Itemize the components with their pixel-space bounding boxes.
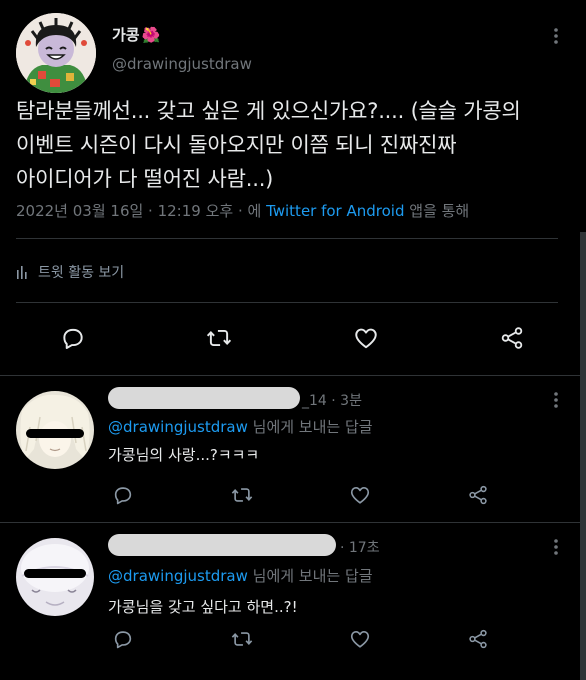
reply-handle-and-time[interactable]: _14 · 3분 [302, 390, 362, 410]
heart-icon [350, 487, 370, 504]
retweet-icon [231, 632, 253, 646]
comment-icon [63, 328, 83, 349]
more-options-button[interactable] [546, 26, 566, 46]
tweet-meta: 2022년 03월 16일 · 12:19 오후 · 에 Twitter for… [16, 200, 469, 221]
retweet-button[interactable] [204, 323, 234, 353]
hibiscus-icon: 🌺 [141, 26, 161, 44]
like-button[interactable] [345, 624, 375, 654]
reply-tweet[interactable]: · 17초 @drawingjustdraw 님에게 보내는 답글 가콩님을 갖… [0, 523, 580, 680]
author-name[interactable]: 가콩 🌺 [112, 24, 160, 45]
reply-to-mention[interactable]: @drawingjustdraw [108, 567, 248, 585]
share-icon [469, 485, 487, 505]
reply-tweet[interactable]: _14 · 3분 @drawingjustdraw 님에게 보내는 답글 가콩님… [0, 376, 580, 521]
reply-action-bar [0, 624, 580, 654]
retweet-button[interactable] [227, 624, 257, 654]
reply-avatar[interactable] [16, 391, 94, 469]
reply-to-line: @drawingjustdraw 님에게 보내는 답글 [108, 416, 373, 437]
reply-button[interactable] [108, 480, 138, 510]
reply-more-button[interactable] [546, 537, 566, 557]
blurred-display-name[interactable] [108, 534, 336, 556]
tweet-source-link[interactable]: Twitter for Android [266, 202, 404, 220]
comment-icon [114, 487, 132, 505]
retweet-icon [206, 329, 232, 347]
share-icon [469, 629, 487, 649]
activity-label: 트윗 활동 보기 [38, 265, 125, 281]
reply-to-suffix: 님에게 보내는 답글 [247, 567, 373, 585]
retweet-icon [231, 488, 253, 502]
like-button[interactable] [351, 323, 381, 353]
tweet-source-suffix: 앱을 통해 [404, 202, 470, 220]
reply-text: 가콩님의 사랑...?ㅋㅋㅋ [108, 446, 260, 464]
reply-to-line: @drawingjustdraw 님에게 보내는 답글 [108, 565, 373, 586]
author-name-text: 가콩 [112, 26, 140, 44]
author-avatar[interactable] [16, 13, 96, 93]
heart-icon [350, 631, 370, 648]
more-vertical-icon [554, 28, 558, 44]
scrollbar[interactable] [580, 232, 586, 680]
bar-chart-icon [16, 265, 30, 279]
reply-button[interactable] [58, 323, 88, 353]
blurred-display-name[interactable] [108, 387, 300, 409]
reply-handle-and-time[interactable]: · 17초 [340, 537, 380, 557]
reply-time: · 17초 [340, 540, 380, 556]
comment-icon [114, 631, 132, 649]
like-button[interactable] [345, 480, 375, 510]
share-button[interactable] [463, 480, 493, 510]
share-button[interactable] [463, 624, 493, 654]
reply-to-mention[interactable]: @drawingjustdraw [108, 418, 248, 436]
more-vertical-icon [554, 392, 558, 408]
author-handle[interactable]: @drawingjustdraw [112, 55, 252, 73]
share-icon [501, 327, 523, 349]
main-action-bar [0, 323, 580, 353]
handle-suffix: _14 [302, 393, 327, 409]
more-vertical-icon [554, 539, 558, 555]
reply-avatar[interactable] [16, 538, 94, 616]
reply-action-bar [0, 480, 580, 510]
share-button[interactable] [497, 323, 527, 353]
retweet-button[interactable] [227, 480, 257, 510]
reply-more-button[interactable] [546, 390, 566, 410]
tweet-timestamp[interactable]: 2022년 03월 16일 · 12:19 오후 · 에 [16, 202, 266, 220]
heart-icon [355, 328, 377, 349]
reply-button[interactable] [108, 624, 138, 654]
tweet-text: 탐라분들께선... 갖고 싶은 게 있으신가요?.... (슬슬 가콩의 이벤트… [16, 99, 521, 191]
main-tweet: 가콩 🌺 @drawingjustdraw 탐라분들께선... 갖고 싶은 게 있… [0, 0, 580, 376]
divider [16, 238, 558, 239]
reply-time: · 3분 [331, 393, 362, 409]
divider [16, 302, 558, 303]
tweet-activity-link[interactable]: 트윗 활동 보기 [16, 262, 124, 282]
reply-text: 가콩님을 갖고 싶다고 하면..?! [108, 598, 298, 616]
reply-to-suffix: 님에게 보내는 답글 [247, 418, 373, 436]
